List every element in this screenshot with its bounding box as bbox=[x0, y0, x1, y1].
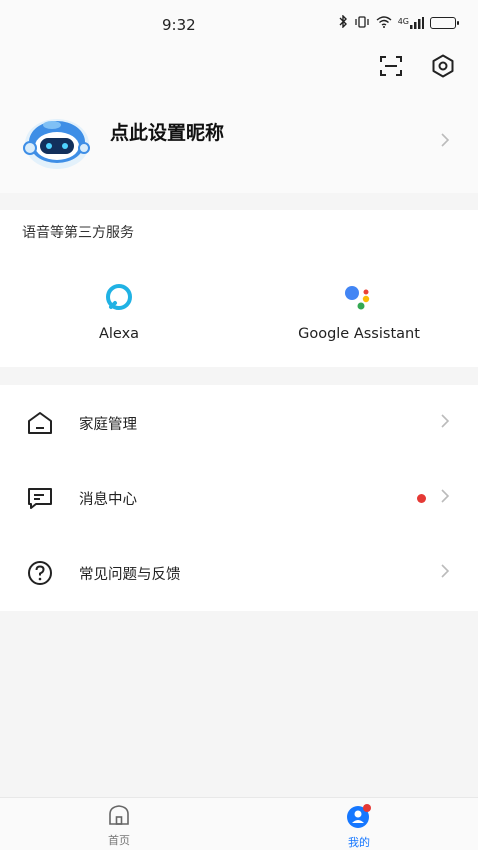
tab-label: 我的 bbox=[348, 836, 370, 849]
menu-item-message-center[interactable]: 消息中心 bbox=[0, 460, 478, 535]
bluetooth-icon bbox=[338, 14, 348, 31]
chevron-right-icon bbox=[440, 488, 450, 508]
third-party-services-card: 语音等第三方服务 Alexa Google Assistant bbox=[0, 210, 478, 367]
menu-item-label: 常见问题与反馈 bbox=[79, 567, 181, 583]
battery-icon bbox=[430, 17, 459, 29]
home-outline-icon bbox=[26, 410, 54, 436]
tab-mine[interactable]: 我的 bbox=[329, 804, 389, 850]
alexa-icon bbox=[60, 282, 178, 312]
message-icon bbox=[26, 485, 54, 511]
nickname-prompt[interactable]: 点此设置昵称 bbox=[110, 118, 224, 145]
home-tab-icon bbox=[107, 804, 131, 830]
service-google-assistant[interactable]: Google Assistant bbox=[270, 282, 448, 342]
profile-tab-icon bbox=[345, 804, 373, 832]
menu-item-label: 家庭管理 bbox=[79, 417, 137, 433]
menu-item-faq-feedback[interactable]: 常见问题与反馈 bbox=[0, 535, 478, 610]
profile-header: 9:32 4G 点此设置昵称 bbox=[0, 0, 478, 193]
service-label: Google Assistant bbox=[298, 326, 420, 342]
cellular-icon: 4G bbox=[398, 17, 424, 29]
status-bar: 9:32 4G bbox=[0, 0, 478, 48]
menu-item-home-management[interactable]: 家庭管理 bbox=[0, 385, 478, 460]
tab-home[interactable]: 首页 bbox=[89, 804, 149, 848]
header-actions bbox=[378, 53, 456, 79]
bottom-nav: 首页 我的 bbox=[0, 797, 478, 850]
chevron-right-icon bbox=[440, 132, 450, 152]
menu-card: 家庭管理 消息中心 常见问题与反馈 bbox=[0, 385, 478, 611]
tab-label: 首页 bbox=[108, 834, 130, 847]
unread-badge bbox=[417, 494, 426, 503]
status-icons: 4G bbox=[338, 14, 459, 31]
settings-icon[interactable] bbox=[430, 53, 456, 79]
section-title: 语音等第三方服务 bbox=[22, 225, 134, 241]
robot-avatar-icon[interactable] bbox=[22, 112, 92, 172]
menu-item-label: 消息中心 bbox=[79, 492, 137, 508]
status-time: 9:32 bbox=[162, 16, 196, 34]
vibrate-icon bbox=[354, 15, 370, 31]
profile-row[interactable]: 点此设置昵称 bbox=[0, 108, 478, 178]
service-label: Alexa bbox=[98, 326, 140, 342]
service-alexa[interactable]: Alexa bbox=[60, 282, 178, 342]
chevron-right-icon bbox=[440, 413, 450, 433]
chevron-right-icon bbox=[440, 563, 450, 583]
help-circle-icon bbox=[26, 560, 54, 586]
wifi-icon bbox=[376, 15, 392, 31]
google-assistant-icon bbox=[270, 282, 448, 312]
scan-icon[interactable] bbox=[378, 53, 404, 79]
